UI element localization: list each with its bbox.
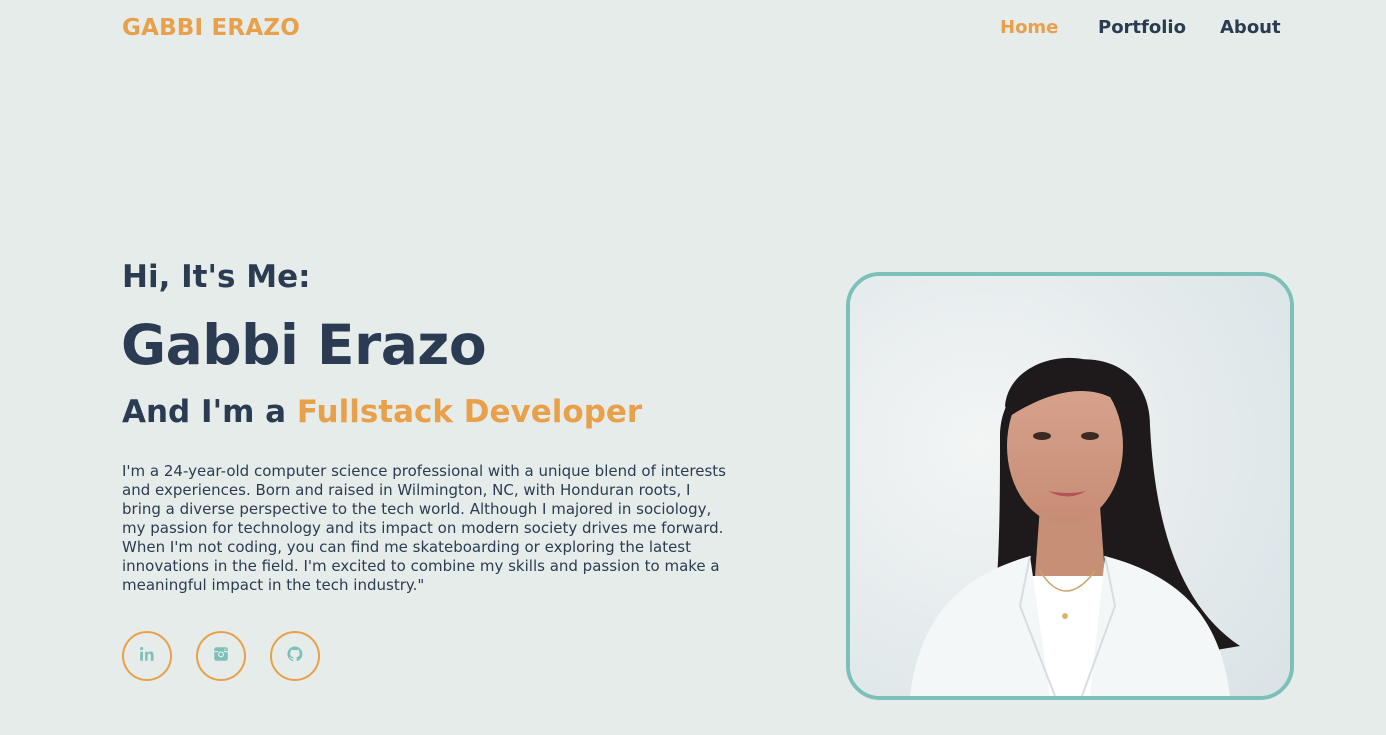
nav-home[interactable]: Home: [1000, 14, 1058, 42]
hero-bio: I'm a 24-year-old computer science profe…: [122, 462, 726, 594]
instagram-icon: [212, 645, 230, 667]
portrait-illustration: [850, 276, 1290, 696]
hero-name: Gabbi Erazo: [121, 313, 487, 377]
role-highlight: Fullstack Developer: [296, 394, 643, 430]
role-prefix: And I'm a: [122, 394, 297, 430]
main-nav: Home Portfolio About: [1000, 14, 1281, 42]
linkedin-icon: [138, 645, 156, 667]
portfolio-page: GABBI ERAZO Home Portfolio About Hi, It'…: [0, 0, 1386, 735]
hero-greeting: Hi, It's Me:: [122, 259, 311, 295]
nav-portfolio[interactable]: Portfolio: [1098, 14, 1186, 42]
hero-role: And I'm a Fullstack Developer: [122, 391, 642, 433]
site-logo[interactable]: GABBI ERAZO: [122, 12, 300, 44]
social-links: [122, 631, 322, 681]
github-icon: [286, 645, 304, 667]
nav-about[interactable]: About: [1220, 14, 1281, 42]
github-link[interactable]: [270, 631, 320, 681]
profile-photo: [846, 272, 1294, 700]
linkedin-link[interactable]: [122, 631, 172, 681]
instagram-link[interactable]: [196, 631, 246, 681]
